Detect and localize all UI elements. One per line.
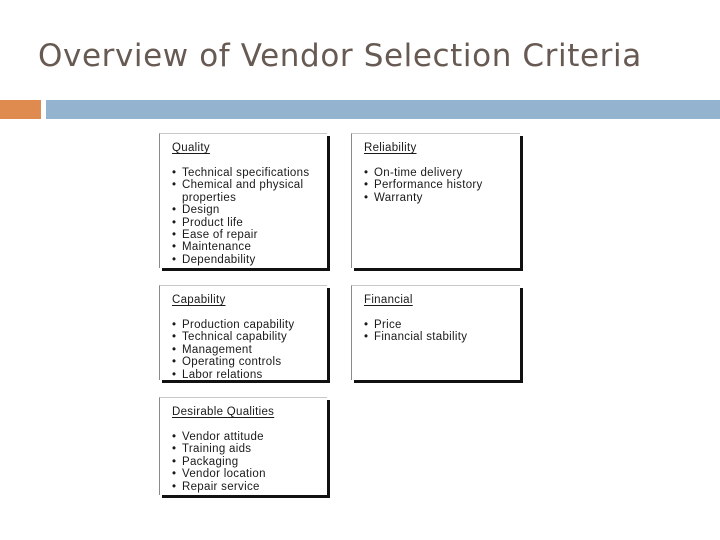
list-item: Financial stability [364, 331, 520, 344]
criteria-list: On-time delivery Performance history War… [364, 167, 520, 205]
list-item: Product life [172, 217, 327, 230]
list-item: Production capability [172, 319, 327, 332]
list-item: Price [364, 319, 520, 332]
box-heading: Capability [172, 294, 226, 306]
list-item: On-time delivery [364, 167, 520, 180]
slide-title: Overview of Vendor Selection Criteria [38, 38, 642, 74]
criteria-box-reliability: Reliability On-time delivery Performance… [351, 133, 520, 268]
criteria-box-capability: Capability Production capability Technic… [159, 285, 327, 381]
list-item: Repair service [172, 481, 327, 494]
list-item: Operating controls [172, 356, 327, 369]
list-item: Packaging [172, 456, 327, 469]
accent-square [0, 100, 41, 119]
list-item: Management [172, 344, 327, 357]
criteria-box-desirable-qualities: Desirable Qualities Vendor attitude Trai… [159, 397, 327, 495]
criteria-box-financial: Financial Price Financial stability [351, 285, 520, 380]
list-item: Ease of repair [172, 229, 327, 242]
criteria-box-quality: Quality Technical specifications Chemica… [159, 133, 327, 268]
list-item: Chemical and physical properties [172, 179, 327, 204]
criteria-list: Vendor attitude Training aids Packaging … [172, 431, 327, 493]
list-item: Labor relations [172, 369, 327, 382]
box-heading: Desirable Qualities [172, 406, 275, 418]
box-heading: Financial [364, 294, 413, 306]
list-item: Warranty [364, 192, 520, 205]
criteria-list: Price Financial stability [364, 319, 520, 344]
list-item: Technical capability [172, 331, 327, 344]
criteria-list: Technical specifications Chemical and ph… [172, 167, 327, 267]
list-item: Performance history [364, 179, 520, 192]
accent-bar [46, 100, 720, 119]
list-item: Maintenance [172, 241, 327, 254]
list-item: Vendor location [172, 468, 327, 481]
box-heading: Reliability [364, 142, 417, 154]
list-item: Training aids [172, 443, 327, 456]
criteria-list: Production capability Technical capabili… [172, 319, 327, 381]
list-item: Technical specifications [172, 167, 327, 180]
list-item: Vendor attitude [172, 431, 327, 444]
list-item: Design [172, 204, 327, 217]
box-heading: Quality [172, 142, 210, 154]
list-item: Dependability [172, 254, 327, 267]
